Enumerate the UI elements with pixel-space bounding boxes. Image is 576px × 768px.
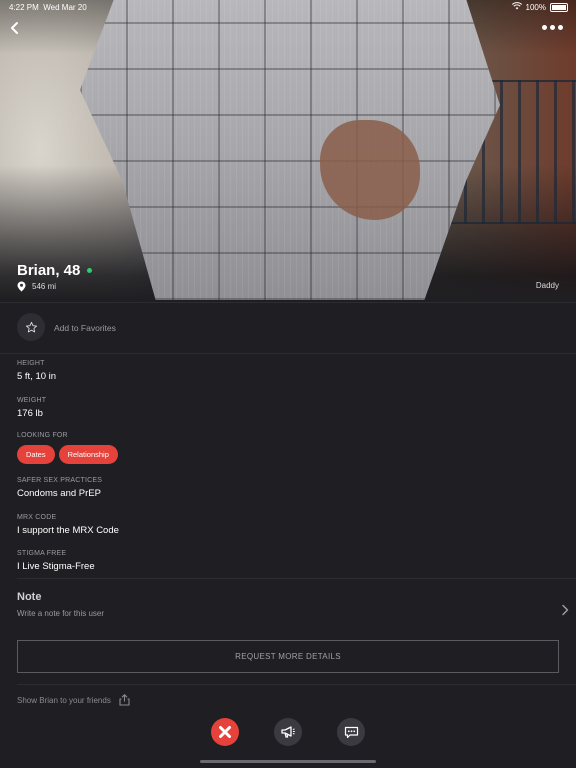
- chat-icon: [344, 726, 358, 738]
- more-dot: [550, 24, 555, 30]
- stigma-free-value: I Live Stigma-Free: [17, 561, 95, 572]
- x-icon: [219, 726, 231, 738]
- chevron-left-icon: [11, 22, 18, 34]
- mrx-code-label: MRX CODE: [17, 514, 57, 521]
- divider: [17, 684, 576, 685]
- weight-value: 176 lb: [17, 408, 43, 419]
- wifi-icon: [511, 2, 522, 12]
- status-bar: 4:22 PM Wed Mar 20 100%: [0, 0, 576, 14]
- status-date-text: Wed Mar 20: [43, 3, 87, 12]
- note-row[interactable]: [0, 582, 576, 634]
- star-icon: [25, 321, 37, 332]
- safer-sex-label: SAFER SEX PRACTICES: [17, 477, 103, 484]
- weight-field: WEIGHT 176 lb: [17, 397, 46, 419]
- note-title: Note: [17, 591, 42, 603]
- action-bar: [0, 718, 576, 748]
- safer-sex-value: Condoms and PrEP: [17, 488, 101, 499]
- height-label: HEIGHT: [17, 360, 45, 367]
- location-pin-icon: [17, 281, 26, 292]
- status-time: 4:22 PM Wed Mar 20: [9, 3, 87, 12]
- share-label: Show Brian to your friends: [17, 695, 111, 705]
- tap-button[interactable]: [274, 718, 302, 746]
- share-icon: [119, 694, 130, 706]
- stigma-free-field: STIGMA FREE I Live Stigma-Free: [17, 550, 95, 572]
- more-dot: [558, 24, 563, 30]
- looking-for-field: LOOKING FOR Dates Relationship: [17, 432, 118, 464]
- back-button[interactable]: [8, 20, 24, 36]
- profile-name: Brian, 48: [17, 262, 81, 279]
- divider: [17, 578, 576, 579]
- more-dots-icon: [542, 24, 547, 30]
- megaphone-icon: [281, 726, 295, 738]
- looking-for-tags: Dates Relationship: [17, 445, 118, 464]
- safer-sex-field: SAFER SEX PRACTICES Condoms and PrEP: [17, 477, 102, 499]
- status-right: 100%: [511, 2, 568, 12]
- battery-percent: 100%: [525, 2, 546, 12]
- tag-dates[interactable]: Dates: [17, 445, 55, 464]
- status-time-text: 4:22 PM: [9, 3, 39, 12]
- add-favorite-button[interactable]: [17, 313, 45, 341]
- more-options-button[interactable]: [542, 20, 566, 34]
- mrx-code-field: MRX CODE I support the MRX Code: [17, 514, 119, 536]
- height-value: 5 ft, 10 in: [17, 371, 57, 382]
- request-more-details-button[interactable]: REQUEST MORE DETAILS: [17, 640, 559, 673]
- distance-text: 546 mi: [32, 282, 57, 291]
- profile-photo[interactable]: [0, 0, 576, 300]
- mrx-code-value: I support the MRX Code: [17, 525, 119, 536]
- tribe-label: Daddy: [535, 281, 559, 290]
- tag-relationship[interactable]: Relationship: [58, 445, 118, 464]
- distance-row: 546 mi: [17, 281, 56, 292]
- note-placeholder[interactable]: Write a note for this user: [17, 609, 104, 618]
- battery-icon: [550, 2, 568, 12]
- chat-button[interactable]: [337, 718, 365, 746]
- home-indicator[interactable]: [200, 760, 376, 763]
- profile-name-row: Brian, 48: [17, 262, 93, 279]
- chevron-right-icon[interactable]: [560, 604, 570, 616]
- online-status-dot: [87, 268, 93, 273]
- add-favorite-label[interactable]: Add to Favorites: [54, 323, 116, 333]
- favorites-row: Add to Favorites: [0, 302, 576, 354]
- photo-suit: [80, 0, 500, 300]
- share-profile-row[interactable]: Show Brian to your friends: [17, 694, 130, 706]
- stigma-free-label: STIGMA FREE: [17, 550, 67, 557]
- pass-button[interactable]: [211, 718, 239, 746]
- weight-label: WEIGHT: [17, 397, 47, 404]
- height-field: HEIGHT 5 ft, 10 in: [17, 360, 56, 382]
- looking-for-label: LOOKING FOR: [17, 432, 68, 439]
